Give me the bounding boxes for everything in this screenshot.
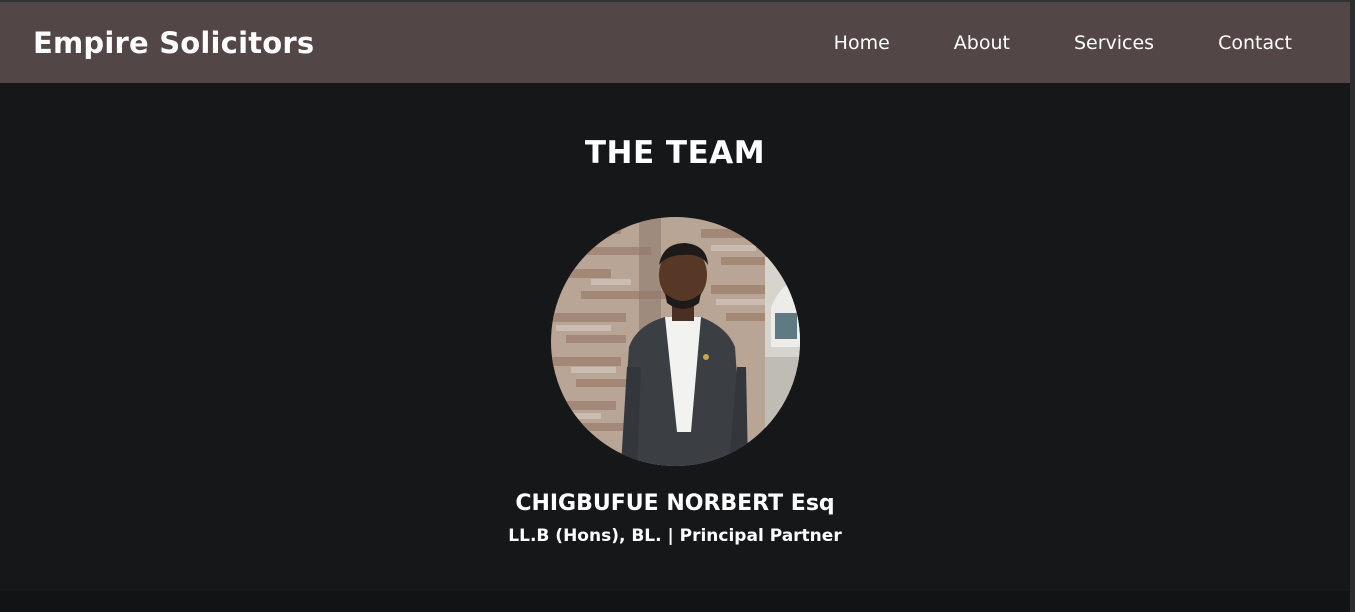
footer-band <box>0 591 1350 612</box>
top-navbar: Empire Solicitors Home About Services Co… <box>0 2 1350 83</box>
nav-link-contact[interactable]: Contact <box>1218 32 1292 54</box>
team-heading: THE TEAM <box>584 135 766 171</box>
team-section: THE TEAM CHIGBUFUE NORBERT Esq LL.B (Hon… <box>0 83 1350 591</box>
nav-link-home[interactable]: Home <box>834 32 890 54</box>
team-member-name: CHIGBUFUE NORBERT Esq <box>515 491 835 516</box>
brand-logo-link[interactable]: Empire Solicitors <box>33 26 314 60</box>
team-member-photo <box>551 217 800 466</box>
nav-link-about[interactable]: About <box>954 32 1010 54</box>
person-photo-icon <box>551 217 800 466</box>
nav-links: Home About Services Contact <box>834 32 1292 54</box>
nav-link-services[interactable]: Services <box>1074 32 1154 54</box>
team-member-title: LL.B (Hons), BL. | Principal Partner <box>508 526 842 546</box>
scrollbar[interactable] <box>1350 0 1355 612</box>
page: Empire Solicitors Home About Services Co… <box>0 0 1355 612</box>
